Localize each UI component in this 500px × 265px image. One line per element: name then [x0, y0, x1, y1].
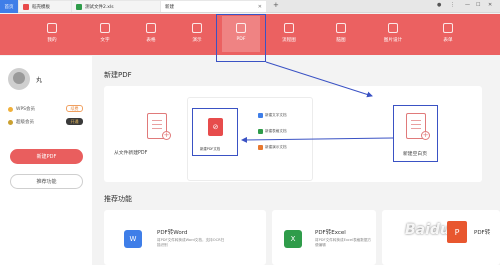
tab-label: 稻壳模板 [32, 4, 50, 10]
toolbar-mindmap[interactable]: 脑图 [321, 18, 361, 52]
rec-card-pdf-word[interactable]: W PDF转Word 将PDF文件转换成Word文档，支持OCR扫描识别 [104, 210, 266, 265]
excel-icon [258, 129, 263, 134]
rec-desc: 将PDF文件转换成Word文档，支持OCR扫描识别 [157, 238, 225, 247]
pdf-file-icon: ⊘ [208, 118, 223, 136]
user-icon [47, 23, 57, 33]
toolbar-label: 表格 [146, 38, 156, 43]
toolbar-image-design[interactable]: 图片设计 [373, 18, 413, 52]
new-pdf-title: 新建PDF [104, 71, 132, 79]
tab-new[interactable]: 新建 ✕ [161, 1, 266, 12]
minimize-icon[interactable]: — [465, 2, 470, 8]
tab-bar: 首页 稻壳模板 测试文件2.xls 新建 ✕ + ● ⋮ — ☐ ✕ [0, 0, 500, 13]
renew-button[interactable]: 续费 [66, 105, 83, 112]
option-label: 新建演示文档 [265, 145, 287, 149]
option-label: 新建文字文档 [265, 113, 287, 117]
user-name: 丸 [36, 77, 43, 84]
rec-card-pdf-excel[interactable]: X PDF转Excel 将PDF文件转换成Excel表格数据方便编辑 [272, 210, 376, 265]
rec-title: PDF转Word [157, 230, 188, 236]
diamond-icon [8, 119, 13, 125]
doc-icon [100, 23, 110, 33]
tab-xls[interactable]: 测试文件2.xls [72, 1, 160, 12]
ppt-icon [258, 145, 263, 150]
avatar-icon[interactable]: ● [437, 2, 441, 8]
activate-button[interactable]: 开通 [66, 118, 83, 125]
rec-title: PDF转 [474, 230, 491, 236]
word-icon [258, 113, 263, 118]
toolbar-sheet[interactable]: 表格 [131, 18, 171, 52]
toolbar-label: 我的 [47, 38, 57, 43]
tab-label: 测试文件2.xls [85, 4, 114, 10]
super-member-label: 超级会员 [16, 120, 34, 125]
slides-icon [192, 23, 202, 33]
excel-icon [76, 3, 82, 10]
close-icon[interactable]: ✕ [258, 4, 262, 10]
wps-member-row: WPS会员 [8, 106, 35, 112]
plus-icon: + [162, 131, 171, 140]
toolbar-flowchart[interactable]: 流程图 [269, 18, 309, 52]
image-icon [388, 23, 398, 33]
watermark: Baidu [405, 222, 450, 238]
avatar[interactable] [8, 68, 30, 90]
from-file-label: 从文件新建PDF [114, 151, 148, 156]
tab-home-label: 首页 [4, 4, 14, 10]
new-tab-button[interactable]: + [273, 1, 279, 9]
recommend-button[interactable]: 推荐功能 [10, 174, 83, 189]
toolbar-label: 流程图 [282, 38, 296, 43]
toolbar-label: 演示 [192, 38, 202, 43]
rec-title: PDF转Excel [315, 230, 346, 236]
toolbar-label: 表单 [443, 38, 453, 43]
toolbar-form[interactable]: 表单 [428, 18, 468, 52]
tab-daoke[interactable]: 稻壳模板 [19, 1, 71, 12]
flowchart-icon [284, 23, 294, 33]
word-icon: W [124, 230, 142, 248]
option-slides-doc[interactable]: 新建演示文档 [258, 145, 287, 150]
tab-label: 新建 [165, 4, 174, 10]
crown-icon [8, 106, 13, 112]
plus-icon: + [421, 131, 430, 140]
toolbar-label: 文字 [100, 38, 110, 43]
rec-desc: 将PDF文件转换成Excel表格数据方便编辑 [315, 238, 372, 247]
form-icon [443, 23, 453, 33]
toolbar-label: 图片设计 [383, 38, 403, 43]
recommend-title: 推荐功能 [104, 195, 132, 203]
option-sheet-doc[interactable]: 新建表格文档 [258, 129, 287, 134]
mindmap-icon [336, 23, 346, 33]
pdf-highlight-box [216, 14, 266, 62]
excel-icon: X [284, 230, 302, 248]
daoke-icon [23, 3, 29, 10]
toolbar-mine[interactable]: 我的 [32, 18, 72, 52]
table-icon [146, 23, 156, 33]
window-close-icon[interactable]: ✕ [488, 2, 492, 8]
toolbar-text[interactable]: 文字 [85, 18, 125, 52]
super-member-row: 超级会员 [8, 119, 34, 125]
option-text-doc[interactable]: 新建文字文档 [258, 113, 287, 118]
option-label: 新建表格文档 [265, 129, 287, 133]
toolbar-label: 脑图 [336, 38, 346, 43]
wps-member-label: WPS会员 [16, 107, 36, 112]
maximize-icon[interactable]: ☐ [476, 2, 480, 8]
new-blank-label: 新建空白页 [403, 152, 427, 157]
toolbar-slides[interactable]: 演示 [177, 18, 217, 52]
settings-icon[interactable]: ⋮ [450, 2, 455, 8]
tab-home[interactable]: 首页 [0, 0, 18, 13]
new-pdf-doc-label: 新建PDF文档 [200, 147, 221, 151]
watermark-badge-icon: P [447, 221, 467, 243]
new-pdf-button[interactable]: 新建PDF [10, 149, 83, 164]
